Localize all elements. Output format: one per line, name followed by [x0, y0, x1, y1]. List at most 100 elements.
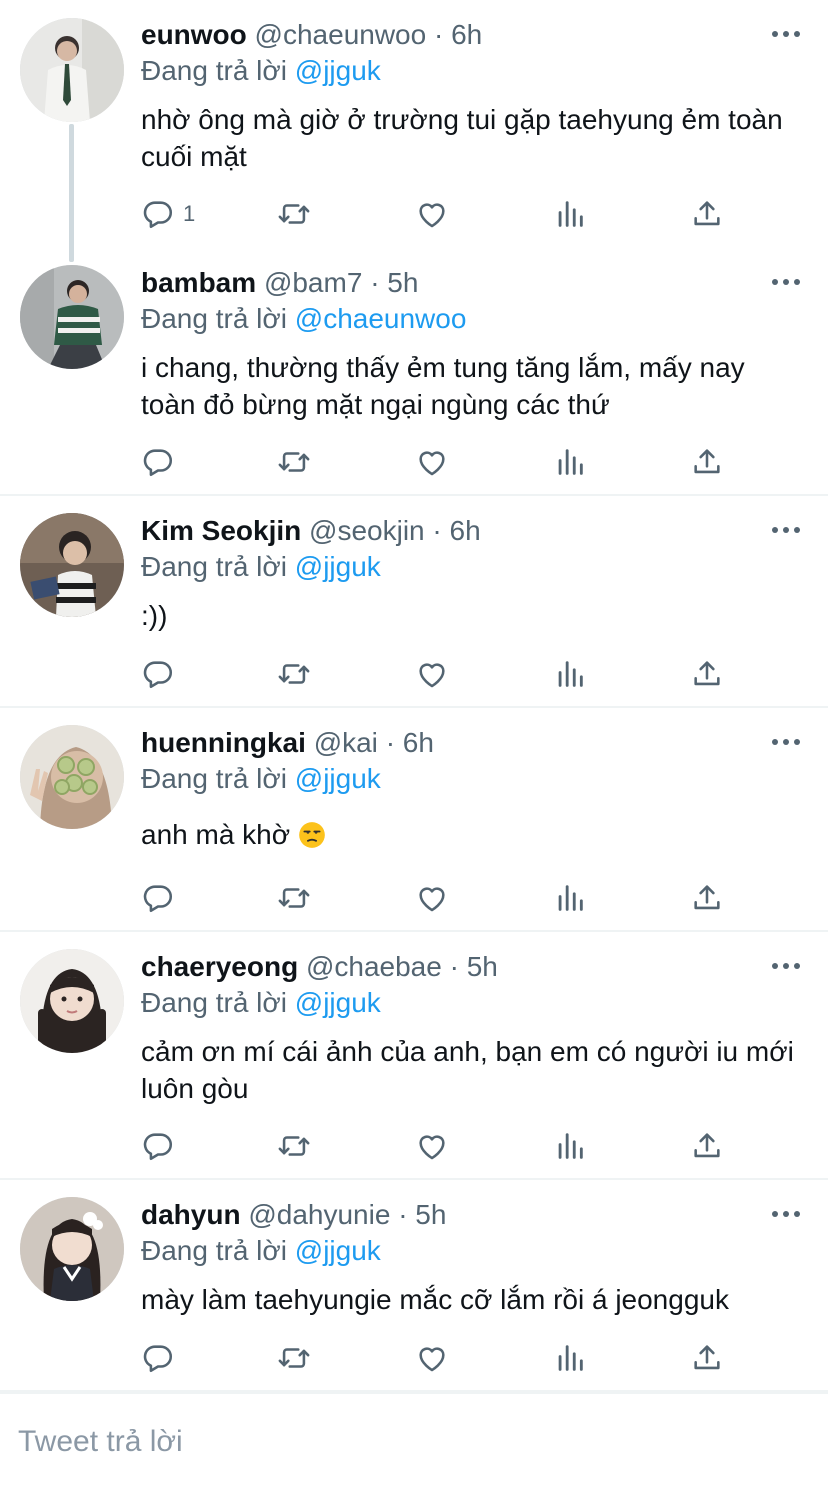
display-name[interactable]: eunwoo — [141, 19, 247, 50]
bar-chart-icon — [553, 1129, 587, 1163]
comment-bubble-icon — [141, 445, 175, 479]
bar-chart-icon — [553, 445, 587, 479]
action-bar — [141, 442, 741, 482]
avatar[interactable] — [20, 949, 124, 1053]
avatar[interactable] — [20, 18, 124, 122]
more-dots-icon[interactable] — [772, 1211, 800, 1219]
reply-button[interactable]: 1 — [141, 194, 195, 234]
tweet-card[interactable]: Kim Seokjin @seokjin · 6h Đang trả lời @… — [0, 496, 828, 708]
like-button[interactable] — [415, 1126, 449, 1166]
display-name[interactable]: Kim Seokjin — [141, 515, 301, 546]
share-button[interactable] — [690, 1126, 724, 1166]
comment-bubble-icon — [141, 1129, 175, 1163]
share-button[interactable] — [690, 1338, 724, 1378]
more-dots-icon[interactable] — [772, 963, 800, 971]
reply-button[interactable] — [141, 442, 183, 482]
tweet-header: chaeryeong @chaebae · 5h — [141, 947, 498, 987]
tweet-text: nhờ ông mà giờ ở trường tui gặp taehyung… — [141, 104, 783, 172]
timestamp[interactable]: · 6h — [432, 515, 480, 546]
more-dots-icon[interactable] — [772, 31, 800, 39]
more-dots-icon[interactable] — [772, 279, 800, 287]
like-button[interactable] — [415, 1338, 449, 1378]
handle[interactable]: @seokjin — [309, 515, 425, 546]
action-bar — [141, 654, 741, 694]
views-button[interactable] — [553, 878, 587, 918]
handle[interactable]: @chaeunwoo — [255, 19, 427, 50]
retweet-button[interactable] — [277, 194, 311, 234]
comment-bubble-icon — [141, 657, 175, 691]
timestamp[interactable]: · 6h — [386, 727, 434, 758]
tweet-card[interactable]: eunwoo @chaeunwoo · 6h Đang trả lời @jjg… — [0, 0, 828, 262]
tweet-text: anh mà khờ — [141, 819, 291, 850]
thread-connector-line — [69, 124, 74, 262]
views-button[interactable] — [553, 1338, 587, 1378]
replying-to: Đang trả lời @chaeunwoo — [141, 300, 466, 338]
reply-input[interactable] — [18, 1422, 798, 1462]
tweet-text: mày làm taehyungie mắc cỡ lắm rồi á jeon… — [141, 1284, 729, 1315]
display-name[interactable]: huenningkai — [141, 727, 306, 758]
more-dots-icon[interactable] — [772, 527, 800, 535]
comment-bubble-icon — [141, 1341, 175, 1375]
views-button[interactable] — [553, 654, 587, 694]
replying-label: Đang trả lời — [141, 551, 287, 582]
handle[interactable]: @kai — [314, 727, 378, 758]
replying-to-handle[interactable]: @jjguk — [295, 1235, 381, 1266]
views-button[interactable] — [553, 194, 587, 234]
like-button[interactable] — [415, 878, 449, 918]
bar-chart-icon — [553, 881, 587, 915]
avatar[interactable] — [20, 265, 124, 369]
handle[interactable]: @bam7 — [264, 267, 362, 298]
tweet-header: bambam @bam7 · 5h — [141, 263, 418, 303]
share-button[interactable] — [690, 878, 724, 918]
tweet-card[interactable]: dahyun @dahyunie · 5h Đang trả lời @jjgu… — [0, 1180, 828, 1392]
tweet-header: Kim Seokjin @seokjin · 6h — [141, 511, 481, 551]
tweet-card[interactable]: chaeryeong @chaebae · 5h Đang trả lời @j… — [0, 932, 828, 1180]
like-button[interactable] — [415, 442, 449, 482]
replying-to-handle[interactable]: @jjguk — [295, 763, 381, 794]
like-button[interactable] — [415, 654, 449, 694]
views-button[interactable] — [553, 1126, 587, 1166]
reply-composer — [0, 1392, 828, 1488]
timestamp[interactable]: · 5h — [450, 951, 498, 982]
share-upload-icon — [690, 197, 724, 231]
reply-button[interactable] — [141, 1126, 183, 1166]
display-name[interactable]: bambam — [141, 267, 256, 298]
tweet-header: huenningkai @kai · 6h — [141, 723, 434, 763]
tweet-card[interactable]: huenningkai @kai · 6h Đang trả lời @jjgu… — [0, 708, 828, 932]
share-button[interactable] — [690, 442, 724, 482]
replying-to-handle[interactable]: @jjguk — [295, 987, 381, 1018]
avatar[interactable] — [20, 1197, 124, 1301]
retweet-button[interactable] — [277, 654, 311, 694]
handle[interactable]: @chaebae — [306, 951, 442, 982]
like-button[interactable] — [415, 194, 449, 234]
share-button[interactable] — [690, 194, 724, 234]
handle[interactable]: @dahyunie — [248, 1199, 390, 1230]
timestamp[interactable]: · 5h — [398, 1199, 446, 1230]
replying-label: Đang trả lời — [141, 1235, 287, 1266]
display-name[interactable]: chaeryeong — [141, 951, 298, 982]
retweet-icon — [277, 1129, 311, 1163]
retweet-icon — [277, 1341, 311, 1375]
reply-button[interactable] — [141, 654, 183, 694]
retweet-button[interactable] — [277, 1338, 311, 1378]
replying-to-handle[interactable]: @jjguk — [295, 551, 381, 582]
replying-label: Đang trả lời — [141, 303, 287, 334]
retweet-button[interactable] — [277, 442, 311, 482]
reply-button[interactable] — [141, 878, 183, 918]
tweet-card[interactable]: bambam @bam7 · 5h Đang trả lời @chaeunwo… — [0, 248, 828, 496]
retweet-button[interactable] — [277, 878, 311, 918]
retweet-button[interactable] — [277, 1126, 311, 1166]
avatar[interactable] — [20, 513, 124, 617]
timestamp[interactable]: · 6h — [434, 19, 482, 50]
display-name[interactable]: dahyun — [141, 1199, 241, 1230]
tweet-text: :)) — [141, 600, 168, 631]
replying-to-handle[interactable]: @jjguk — [295, 55, 381, 86]
share-button[interactable] — [690, 654, 724, 694]
timestamp[interactable]: · 5h — [370, 267, 418, 298]
replying-to-handle[interactable]: @chaeunwoo — [295, 303, 467, 334]
avatar[interactable] — [20, 725, 124, 829]
views-button[interactable] — [553, 442, 587, 482]
reply-button[interactable] — [141, 1338, 183, 1378]
more-dots-icon[interactable] — [772, 739, 800, 747]
bar-chart-icon — [553, 1341, 587, 1375]
